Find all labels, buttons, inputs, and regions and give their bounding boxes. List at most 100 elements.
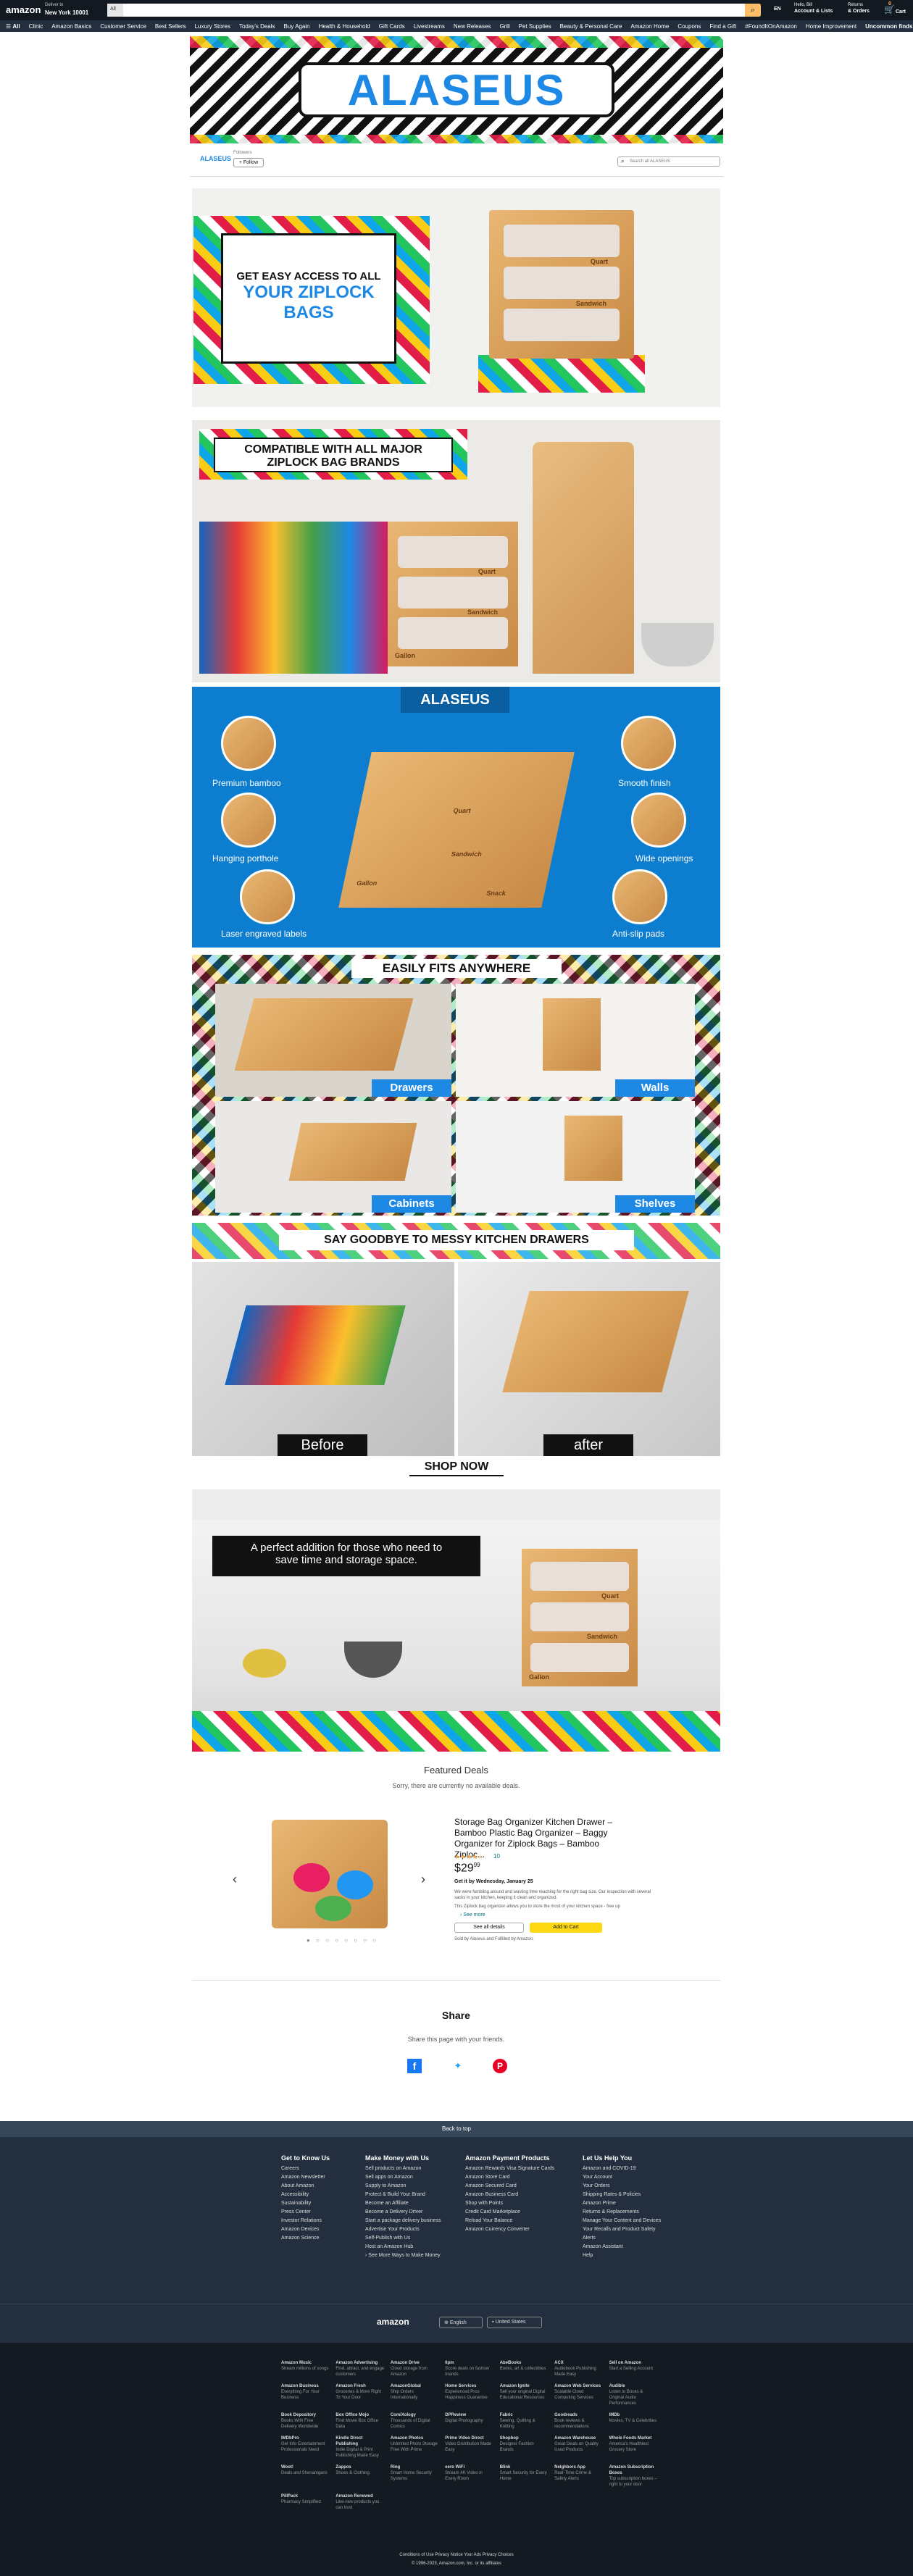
deal-product-image[interactable] (272, 1820, 388, 1928)
deal-review-count[interactable]: 10 (493, 1853, 500, 1860)
deliver-to-location[interactable]: New York 10001 (45, 9, 88, 16)
footer-link[interactable]: About Amazon (281, 2182, 361, 2191)
footer-service-link[interactable]: Amazon Photos Unlimited Photo Storage Fre… (391, 2435, 439, 2459)
subnav-item[interactable]: Coupons (678, 23, 701, 30)
subnav-item[interactable]: Grill (499, 23, 509, 30)
footer-link[interactable]: Amazon and COVID-19 (583, 2165, 662, 2173)
footer-service-link[interactable]: Amazon Drive Cloud storage from Amazon (391, 2360, 439, 2378)
footer-link[interactable]: Become an Affiliate (365, 2199, 459, 2208)
subnav-item[interactable]: #FoundItOnAmazon (745, 23, 797, 30)
footer-service-link[interactable]: Zappos Shoes & Clothing (335, 2464, 384, 2488)
footer-link[interactable]: Amazon Science (281, 2234, 361, 2243)
footer-service-link[interactable]: Amazon Warehouse Great Deals on Quality U… (554, 2435, 603, 2459)
account-lists[interactable]: Account & Lists (794, 9, 833, 14)
footer-service-link[interactable]: Prime Video Direct Video Distribution Mad… (445, 2435, 493, 2459)
footer-link[interactable]: Amazon Currency Converter (465, 2225, 574, 2234)
footer-link[interactable]: Shop with Points (465, 2199, 574, 2208)
footer-link[interactable]: Amazon Rewards Visa Signature Cards (465, 2165, 574, 2173)
see-more-link[interactable]: › See more (460, 1912, 485, 1918)
footer-link[interactable]: Help (583, 2251, 662, 2260)
footer-service-link[interactable]: Amazon Business Everything For Your Busin… (281, 2383, 330, 2406)
subnav-item[interactable]: Home Improvement (806, 23, 856, 30)
twitter-icon[interactable]: ✦ (451, 2059, 465, 2073)
subnav-item[interactable]: Best Sellers (155, 23, 186, 30)
follow-button[interactable]: + Follow (233, 158, 264, 167)
subnav-item[interactable]: Gift Cards (379, 23, 405, 30)
footer-service-link[interactable]: Sell on Amazon Start a Selling Account (609, 2360, 658, 2378)
footer-service-link[interactable]: Book Depository Books With Free Delivery … (281, 2412, 330, 2430)
footer-service-link[interactable]: DPReview Digital Photography (445, 2412, 493, 2430)
carousel-prev-icon[interactable]: ‹ (233, 1872, 237, 1887)
footer-link[interactable]: Press Center (281, 2208, 361, 2217)
subnav-item[interactable]: New Releases (454, 23, 491, 30)
footer-service-link[interactable]: Amazon Fresh Groceries & More Right To Yo… (335, 2383, 384, 2406)
footer-service-link[interactable]: Amazon Ignite Sell your original Digital … (500, 2383, 549, 2406)
footer-service-link[interactable]: Amazon Subscription Boxes Top subscriptio… (609, 2464, 658, 2488)
footer-service-link[interactable]: IMDb Movies, TV & Celebrities (609, 2412, 658, 2430)
footer-service-link[interactable]: Shopbop Designer Fashion Brands (500, 2435, 549, 2459)
footer-link[interactable]: Your Orders (583, 2182, 662, 2191)
footer-service-link[interactable]: IMDbPro Get Info Entertainment Profession… (281, 2435, 330, 2459)
footer-link[interactable]: Sell apps on Amazon (365, 2173, 459, 2182)
footer-link[interactable]: Your Account (583, 2173, 662, 2182)
deal-stars[interactable]: ★★★★☆ (454, 1853, 483, 1861)
subnav-item[interactable]: Amazon Home (630, 23, 669, 30)
footer-link[interactable]: Sell products on Amazon (365, 2165, 459, 2173)
footer-service-link[interactable]: Amazon Renewed Like-new products you can … (335, 2493, 384, 2511)
footer-link[interactable]: Amazon Business Card (465, 2191, 574, 2199)
footer-link[interactable]: Advertise Your Products (365, 2225, 459, 2234)
footer-service-link[interactable]: Audible Listen to Books & Original Audio … (609, 2383, 658, 2406)
footer-service-link[interactable]: Box Office Mojo Find Movie Box Office Dat… (335, 2412, 384, 2430)
subnav-item[interactable]: Customer Service (100, 23, 146, 30)
footer-link[interactable]: Amazon Store Card (465, 2173, 574, 2182)
facebook-icon[interactable]: f (407, 2059, 422, 2073)
footer-service-link[interactable]: AbeBooks Books, art & collectibles (500, 2360, 549, 2378)
footer-link[interactable]: Manage Your Content and Devices (583, 2217, 662, 2225)
subnav-item[interactable]: Beauty & Personal Care (560, 23, 622, 30)
footer-service-link[interactable]: Ring Smart Home Security Systems (391, 2464, 439, 2488)
footer-link[interactable]: Start a package delivery business (365, 2217, 459, 2225)
footer-service-link[interactable]: Home Services Experienced Pros Happiness … (445, 2383, 493, 2406)
footer-service-link[interactable]: Blink Smart Security for Every Home (500, 2464, 549, 2488)
footer-service-link[interactable]: Whole Foods Market America's Healthiest G… (609, 2435, 658, 2459)
amazon-logo[interactable]: amazon (6, 4, 41, 15)
subnav-item[interactable]: Health & Household (319, 23, 370, 30)
subnav-item[interactable]: Today's Deals (239, 23, 275, 30)
footer-link[interactable]: Supply to Amazon (365, 2182, 459, 2191)
shop-now-link[interactable]: SHOP NOW (409, 1460, 504, 1476)
carousel-next-icon[interactable]: › (421, 1872, 425, 1887)
subnav-item[interactable]: Find a Gift (709, 23, 736, 30)
search-category[interactable]: All (107, 4, 123, 17)
footer-link[interactable]: › See More Ways to Make Money (365, 2251, 459, 2260)
footer-service-link[interactable]: ComiXology Thousands of Digital Comics (391, 2412, 439, 2430)
back-to-top[interactable]: Back to top (0, 2121, 913, 2137)
footer-service-link[interactable]: Neighbors App Real-Time Crime & Safety Al… (554, 2464, 603, 2488)
footer-link[interactable]: Host an Amazon Hub (365, 2243, 459, 2251)
footer-amazon-logo[interactable]: amazon (377, 2317, 409, 2327)
add-to-cart-button[interactable]: Add to Cart (530, 1923, 602, 1933)
footer-link[interactable]: Amazon Newsletter (281, 2173, 361, 2182)
footer-link[interactable]: Reload Your Balance (465, 2217, 574, 2225)
brand-search-input[interactable]: ⌕ Search all ALASEUS (617, 156, 720, 167)
footer-service-link[interactable]: AmazonGlobal Ship Orders Internationally (391, 2383, 439, 2406)
country-button[interactable]: ▪ United States (487, 2317, 542, 2328)
brand-logo[interactable]: ALASEUS (200, 155, 231, 162)
footer-link[interactable]: Returns & Replacements (583, 2208, 662, 2217)
footer-service-link[interactable]: Amazon Web Services Scalable Cloud Comput… (554, 2383, 603, 2406)
carousel-dots[interactable]: ● ○ ○ ○ ○ ○ ○ ○ (307, 1937, 378, 1944)
subnav-item[interactable]: Clinic (29, 23, 43, 30)
search-icon[interactable]: ⌕ (745, 4, 761, 17)
footer-link[interactable]: Self-Publish with Us (365, 2234, 459, 2243)
footer-service-link[interactable]: Fabric Sewing, Quilting & Knitting (500, 2412, 549, 2430)
footer-service-link[interactable]: Amazon Advertising Find, attract, and eng… (335, 2360, 384, 2378)
footer-service-link[interactable]: 6pm Score deals on fashion brands (445, 2360, 493, 2378)
footer-service-link[interactable]: Amazon Music Stream millions of songs (281, 2360, 330, 2378)
footer-service-link[interactable]: PillPack Pharmacy Simplified (281, 2493, 330, 2511)
pinterest-icon[interactable]: P (493, 2059, 507, 2073)
subnav-item[interactable]: Pet Supplies (519, 23, 551, 30)
footer-link[interactable]: Sustainability (281, 2199, 361, 2208)
footer-link[interactable]: Amazon Devices (281, 2225, 361, 2234)
all-menu-button[interactable]: ☰ All (6, 23, 20, 30)
footer-link[interactable]: Credit Card Marketplace (465, 2208, 574, 2217)
cart-label[interactable]: Cart (896, 9, 906, 14)
